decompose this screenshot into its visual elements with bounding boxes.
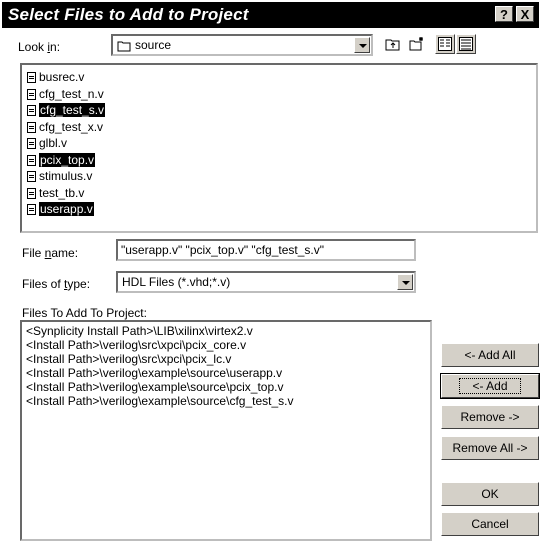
file-list-item-label: busrec.v — [39, 70, 85, 84]
project-file-item[interactable]: <Install Path>\verilog\example\source\pc… — [26, 380, 283, 394]
file-list-item[interactable]: cfg_test_n.v — [27, 87, 104, 102]
project-file-item[interactable]: <Install Path>\verilog\example\source\cf… — [26, 394, 293, 408]
verilog-file-icon — [27, 72, 36, 83]
verilog-file-icon — [27, 171, 36, 182]
file-list-item-label: cfg_test_s.v — [39, 103, 106, 117]
look-in-combo[interactable]: source — [111, 34, 373, 56]
ok-button[interactable]: OK — [441, 482, 539, 506]
file-list-item[interactable]: userapp.v — [27, 202, 94, 217]
look-in-label: Look in: — [18, 40, 61, 54]
project-file-item[interactable]: <Install Path>\verilog\example\source\us… — [26, 366, 282, 380]
details-view-button[interactable] — [456, 34, 476, 54]
file-list-item[interactable]: stimulus.v — [27, 169, 92, 184]
verilog-file-icon — [27, 154, 36, 166]
cancel-button[interactable]: Cancel — [441, 512, 539, 536]
verilog-file-icon — [27, 88, 36, 100]
folder-icon — [117, 40, 132, 55]
file-type-combo[interactable]: HDL Files (*.vhd;*.v) — [116, 271, 416, 293]
file-list-item[interactable]: glbl.v — [27, 136, 67, 151]
look-in-value: source — [135, 38, 172, 52]
verilog-file-icon — [27, 204, 36, 215]
files-to-add-label: Files To Add To Project: — [22, 306, 147, 320]
select-files-dialog: Select Files to Add to Project ? X Look … — [0, 0, 541, 556]
project-file-item[interactable]: <Install Path>\verilog\src\xpci\pcix_cor… — [26, 338, 246, 352]
dialog-title: Select Files to Add to Project — [8, 5, 249, 24]
file-list-item[interactable]: pcix_top.v — [27, 152, 96, 168]
project-files-list[interactable]: <Synplicity Install Path>\LIB\xilinx\vir… — [20, 320, 432, 541]
chevron-down-icon[interactable] — [354, 37, 370, 53]
details-view-icon — [459, 37, 473, 51]
remove-button[interactable]: Remove -> — [441, 405, 539, 429]
chevron-down-icon[interactable] — [397, 274, 413, 290]
file-list-item-label: userapp.v — [39, 202, 94, 216]
up-folder-icon — [385, 39, 400, 51]
file-list-item-label: glbl.v — [39, 136, 68, 150]
verilog-file-icon — [27, 105, 36, 116]
help-button[interactable]: ? — [495, 6, 513, 22]
close-button[interactable]: X — [516, 6, 534, 22]
list-view-icon — [438, 37, 452, 51]
remove-all-button[interactable]: Remove All -> — [441, 436, 539, 460]
file-list-item-label: stimulus.v — [39, 169, 93, 183]
project-file-item[interactable]: <Synplicity Install Path>\LIB\xilinx\vir… — [26, 324, 253, 338]
new-folder-button[interactable] — [407, 34, 427, 54]
list-view-button[interactable] — [435, 34, 455, 54]
new-folder-icon — [409, 37, 423, 51]
verilog-file-icon — [27, 187, 36, 199]
file-list[interactable]: busrec.v cfg_test_n.v cfg_test_s.v cfg_test… — [20, 63, 538, 233]
add-button[interactable]: <- Add — [440, 373, 540, 399]
file-list-item-label: pcix_top.v — [39, 152, 96, 167]
file-name-label: File name: — [22, 246, 79, 260]
title-bar[interactable]: Select Files to Add to Project ? X — [2, 2, 539, 28]
file-list-item[interactable]: cfg_test_s.v — [27, 103, 106, 118]
file-type-value: HDL Files (*.vhd;*.v) — [122, 275, 231, 289]
file-list-item[interactable]: cfg_test_x.v — [27, 120, 103, 135]
file-name-field[interactable]: "userapp.v" "pcix_top.v" "cfg_test_s.v" — [116, 239, 416, 261]
file-type-label: Files of type: — [22, 277, 91, 291]
file-list-item[interactable]: busrec.v — [27, 70, 84, 85]
file-list-item-label: cfg_test_x.v — [39, 119, 104, 134]
verilog-file-icon — [27, 121, 36, 133]
file-list-item[interactable]: test_tb.v — [27, 186, 84, 201]
file-list-item-label: test_tb.v — [39, 185, 85, 200]
verilog-file-icon — [27, 138, 36, 149]
add-all-button[interactable]: <- Add All — [441, 343, 539, 367]
file-list-item-label: cfg_test_n.v — [39, 86, 104, 101]
project-file-item[interactable]: <Install Path>\verilog\src\xpci\pcix_lc.… — [26, 352, 231, 366]
up-folder-button[interactable] — [383, 34, 403, 54]
